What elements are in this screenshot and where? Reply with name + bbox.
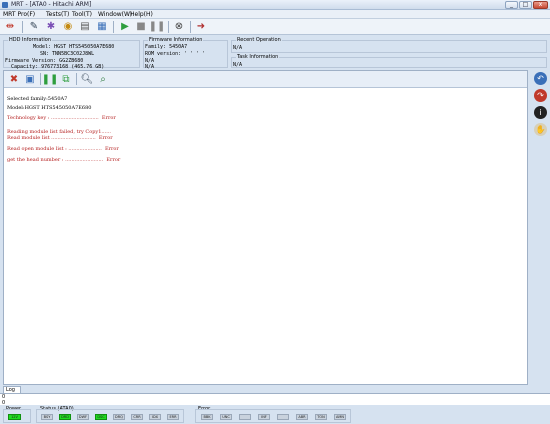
menu-tests[interactable]: Tests(T): [46, 11, 69, 18]
main-toolbar: ⇹ ✎ ✱ ◉ ▤ ▦ ▶ ■ ❚❚ ⊗ ➜: [0, 19, 550, 35]
save-icon[interactable]: ▣: [23, 73, 37, 87]
log-panel: 0 0: [0, 393, 550, 406]
content-panel: ✖ ▣ ❚❚ ⧉ 🔍︎ ⌕ Selected family:5450A7 Mod…: [3, 70, 528, 385]
firmware-info-label: Firmware Information: [148, 37, 204, 43]
pause-icon[interactable]: ❚❚: [149, 20, 166, 34]
task-information-value: N/A: [233, 62, 243, 68]
toolbar-separator: [190, 21, 191, 33]
find-icon[interactable]: ⌕: [96, 73, 110, 87]
menu-window[interactable]: Window(W): [98, 11, 132, 18]
status-indicator-dwf: DWF: [77, 414, 89, 420]
status-area: Power 12V Status (ATA0) BSY DRD DWF DSC DRQ C…: [0, 405, 550, 424]
get-head-number-error: get the head number : ..................…: [7, 157, 121, 163]
error-indicator-amn: AMN: [334, 414, 346, 420]
recent-operation-value: N/A: [233, 45, 243, 51]
error-indicator-bbk: BBK: [201, 414, 213, 420]
status-indicator-idx: IDX: [149, 414, 161, 420]
pause-icon[interactable]: ❚❚: [42, 73, 59, 87]
undo-icon[interactable]: ↶: [534, 72, 547, 85]
menu-bar: MRT Pro(F) Tests(T) Tool(T) Window(W) He…: [0, 10, 550, 19]
error-indicator-abr: ABR: [296, 414, 308, 420]
task-information-label: Task Information: [236, 54, 280, 60]
error-frame: [195, 409, 351, 423]
search-icon[interactable]: 🔍︎: [80, 73, 94, 87]
toolbar-separator: [22, 21, 23, 33]
play-icon[interactable]: ▶: [118, 20, 132, 34]
title-bar: MRT - [ATA0 - Hitachi ARM] _ □ x: [0, 0, 550, 10]
stop-icon[interactable]: ■: [134, 20, 148, 34]
connect-icon[interactable]: ⇹: [3, 20, 17, 34]
read-open-module-list-error: Read open module list : ................…: [7, 146, 119, 152]
log-tab[interactable]: Log: [3, 386, 21, 393]
firmware-family: Family: 5450A7: [145, 44, 188, 50]
status-indicator-crr: CRR: [131, 414, 143, 420]
error-indicator-inf: INF: [258, 414, 270, 420]
menu-tool[interactable]: Tool(T): [72, 11, 92, 18]
toolbar-separator: [168, 21, 169, 33]
status-indicator-drq: DRQ: [113, 414, 125, 420]
maximize-button[interactable]: □: [519, 1, 532, 9]
close-doc-icon[interactable]: ✖: [7, 73, 21, 87]
redo-icon[interactable]: ↷: [534, 89, 547, 102]
model-text: Model:HGST HTS545050A7E680: [7, 105, 92, 111]
hdd-model: Model: HGST HTS545050A7E680: [33, 44, 115, 50]
error-indicator-unc: UNC: [220, 414, 232, 420]
error-indicator-blank-2: [239, 414, 251, 420]
technology-key-error: Technology key : .......................…: [7, 115, 116, 121]
subtoolbar-separator: [76, 73, 77, 85]
menu-mrt-pro[interactable]: MRT Pro(F): [3, 11, 35, 18]
recent-operation-group: Recent Operation: [231, 37, 547, 53]
app-icon: [2, 2, 8, 8]
status-indicator-dsc: DSC: [95, 414, 107, 420]
content-toolbar: ✖ ▣ ❚❚ ⧉ 🔍︎ ⌕: [4, 71, 527, 88]
menu-help[interactable]: Help(H): [130, 11, 153, 18]
task-information-group: Task Information: [231, 54, 547, 68]
status-indicator-err: ERR: [167, 414, 179, 420]
recent-operation-label: Recent Operation: [236, 37, 282, 43]
grid-icon[interactable]: ▦: [95, 20, 109, 34]
status-indicator-drd: DRD: [59, 414, 71, 420]
print-icon[interactable]: ▤: [78, 20, 92, 34]
hand-icon[interactable]: ✋: [534, 123, 547, 136]
status-indicator-bsy: BSY: [41, 414, 53, 420]
drive-icon[interactable]: ◉: [61, 20, 75, 34]
error-indicator-blank-4: [277, 414, 289, 420]
toolbar-separator: [113, 21, 114, 33]
hdd-info-label: HDD Information: [8, 37, 52, 43]
power-indicator: 12V: [8, 414, 21, 420]
stop-circle-icon[interactable]: ⊗: [172, 20, 186, 34]
bug-icon[interactable]: ✱: [44, 20, 58, 34]
minimize-button[interactable]: _: [505, 1, 518, 9]
error-indicator-ton: TON: [315, 414, 327, 420]
tool-icon[interactable]: ✎: [27, 20, 41, 34]
hdd-serial: SN: TNN5BC3C02J8WL: [40, 51, 95, 57]
window-title: MRT - [ATA0 - Hitachi ARM]: [11, 1, 92, 8]
rom-version: ROM version: ' ' ' ': [145, 51, 206, 57]
read-module-list-error: Read module list .......................…: [7, 135, 113, 141]
exit-icon[interactable]: ➜: [194, 20, 208, 34]
selected-family-text: Selected family:5450A7: [7, 96, 68, 102]
close-button[interactable]: x: [533, 1, 548, 9]
copy-icon[interactable]: ⧉: [59, 73, 73, 87]
info-icon[interactable]: i: [534, 106, 547, 119]
